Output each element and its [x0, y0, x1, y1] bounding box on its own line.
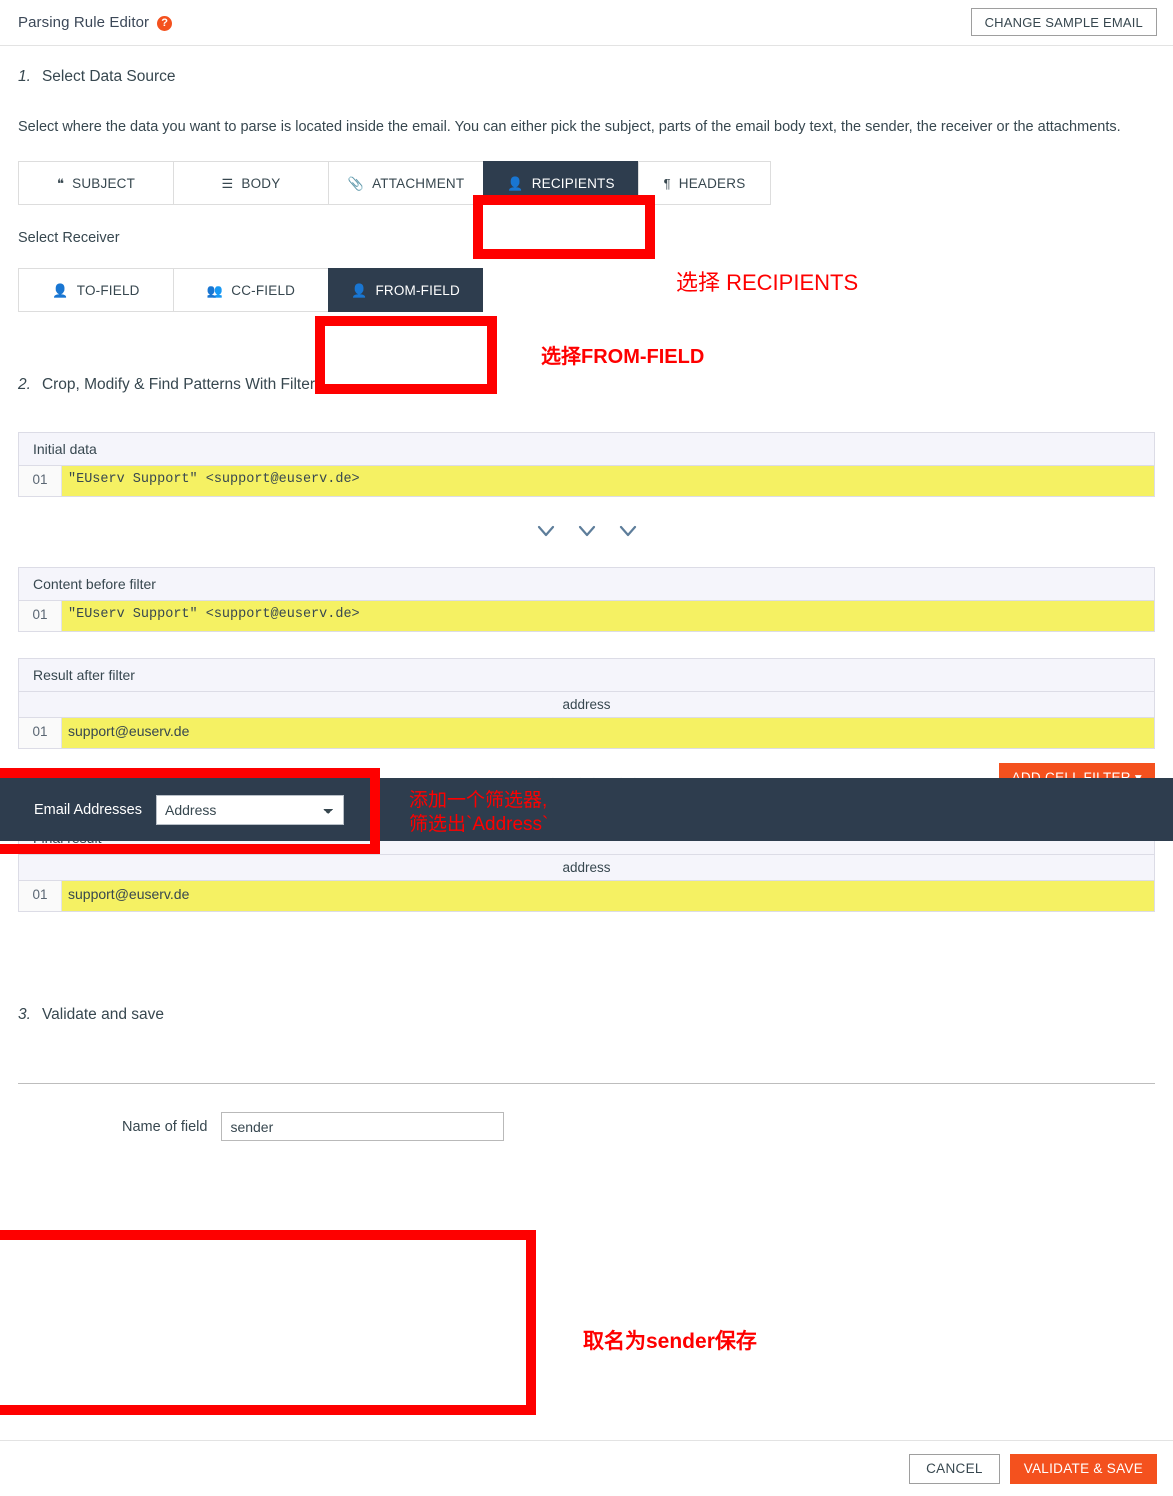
table-row: 01 support@euserv.de — [19, 881, 1154, 911]
table-row: 01 "EUserv Support" <support@euserv.de> — [19, 466, 1154, 496]
chevron-down-icon — [534, 519, 558, 543]
email-addresses-label: Email Addresses — [34, 801, 142, 818]
tab-body[interactable]: ☰ BODY — [173, 161, 328, 205]
row-number: 01 — [19, 601, 62, 631]
change-sample-email-button[interactable]: CHANGE SAMPLE EMAIL — [970, 8, 1157, 36]
annotation-text-filter: 添加一个筛选器, 筛选出`Address` — [409, 790, 549, 835]
initial-data-heading: Initial data — [19, 433, 1154, 466]
annotation-text-from-field: 选择FROM-FIELD — [541, 346, 705, 368]
step-2-number: 2. — [18, 376, 31, 393]
row-content: "EUserv Support" <support@euserv.de> — [68, 472, 360, 487]
step-2-title: Crop, Modify & Find Patterns With Filter… — [41, 376, 323, 393]
annotation-text-validate: 取名为sender保存 — [583, 1330, 757, 1353]
data-source-tabs: ❝ SUBJECT ☰ BODY 📎 ATTACHMENT 👤 RECIPIEN… — [18, 161, 1155, 205]
tab-to-field[interactable]: 👤 TO-FIELD — [18, 268, 173, 312]
row-number: 01 — [19, 466, 62, 496]
tab-subject[interactable]: ❝ SUBJECT — [18, 161, 173, 205]
step-1-number: 1. — [18, 68, 31, 85]
quote-icon: ❝ — [56, 175, 65, 191]
tab-to-field-label: TO-FIELD — [76, 282, 140, 298]
tab-recipients[interactable]: 👤 RECIPIENTS — [483, 161, 638, 205]
chevron-down-icon — [575, 519, 599, 543]
content-before-filter-panel: Content before filter 01 "EUserv Support… — [18, 567, 1155, 632]
validate-divider — [18, 1024, 1155, 1084]
column-header-address: address — [19, 692, 1154, 718]
initial-data-panel: Initial data 01 "EUserv Support" <suppor… — [18, 432, 1155, 497]
result-after-filter-panel: Result after filter address 01 support@e… — [18, 658, 1155, 749]
lines-icon: ☰ — [221, 175, 234, 191]
row-number: 01 — [19, 881, 62, 911]
email-address-part-select[interactable]: Address — [156, 794, 344, 825]
tab-from-field[interactable]: 👤 FROM-FIELD — [328, 268, 483, 312]
row-number: 01 — [19, 718, 62, 748]
step-1-heading: 1. Select Data Source — [18, 68, 1155, 86]
name-of-field-input[interactable] — [221, 1112, 505, 1141]
name-of-field-label: Name of field — [122, 1118, 208, 1135]
tab-recipients-label: RECIPIENTS — [531, 175, 615, 191]
receiver-tabs: 👤 TO-FIELD 👥 CC-FIELD 👤 FROM-FIELD — [18, 268, 1155, 312]
tab-attachment[interactable]: 📎 ATTACHMENT — [328, 161, 483, 205]
email-addresses-filter-strip: Email Addresses Address — [0, 778, 1173, 841]
column-header-address: address — [19, 855, 1154, 881]
cancel-button[interactable]: CANCEL — [909, 1453, 1000, 1484]
tab-headers[interactable]: ¶ HEADERS — [638, 161, 771, 205]
step-3-heading: 3. Validate and save — [18, 1006, 1155, 1024]
app-header: Parsing Rule Editor ? CHANGE SAMPLE EMAI… — [0, 0, 1173, 46]
row-content: support@euserv.de — [68, 886, 190, 902]
tab-from-field-label: FROM-FIELD — [375, 282, 460, 298]
question-mark-icon[interactable]: ? — [157, 16, 173, 31]
tab-attachment-label: ATTACHMENT — [372, 175, 465, 191]
result-after-filter-heading: Result after filter — [19, 659, 1154, 692]
step-2-heading: 2. Crop, Modify & Find Patterns With Fil… — [18, 376, 1155, 394]
step-1-description: Select where the data you want to parse … — [18, 119, 1121, 135]
user-icon: 👤 — [52, 282, 69, 298]
tab-body-label: BODY — [241, 175, 281, 191]
tab-headers-label: HEADERS — [678, 175, 746, 191]
select-receiver-label: Select Receiver — [18, 230, 120, 246]
name-of-field-row: Name of field — [18, 1112, 1155, 1141]
tab-cc-field[interactable]: 👥 CC-FIELD — [173, 268, 328, 312]
user-icon: 👤 — [351, 282, 368, 298]
user-icon: 👤 — [507, 175, 524, 191]
table-row: 01 "EUserv Support" <support@euserv.de> — [19, 601, 1154, 631]
row-content: "EUserv Support" <support@euserv.de> — [68, 607, 360, 622]
row-content: support@euserv.de — [68, 723, 190, 739]
flow-arrows-1 — [18, 519, 1155, 543]
table-row: 01 support@euserv.de — [19, 718, 1154, 748]
users-icon: 👥 — [206, 282, 224, 298]
step-3-number: 3. — [18, 1006, 31, 1023]
tab-subject-label: SUBJECT — [72, 175, 136, 191]
step-3-title: Validate and save — [41, 1006, 165, 1023]
page-title: Parsing Rule Editor — [18, 14, 150, 31]
annotation-text-recipients: 选择 RECIPIENTS — [676, 270, 859, 295]
validate-and-save-button[interactable]: VALIDATE & SAVE — [1009, 1453, 1157, 1484]
tab-cc-field-label: CC-FIELD — [231, 282, 296, 298]
paperclip-icon: 📎 — [347, 175, 365, 191]
page-body: 1. Select Data Source Select where the d… — [0, 68, 1173, 1141]
annotation-box-validate — [0, 1230, 536, 1415]
footer-actions: CANCEL VALIDATE & SAVE — [0, 1440, 1173, 1496]
content-before-filter-heading: Content before filter — [19, 568, 1154, 601]
pilcrow-icon: ¶ — [663, 175, 671, 191]
step-1-title: Select Data Source — [41, 68, 176, 85]
chevron-down-icon — [616, 519, 640, 543]
